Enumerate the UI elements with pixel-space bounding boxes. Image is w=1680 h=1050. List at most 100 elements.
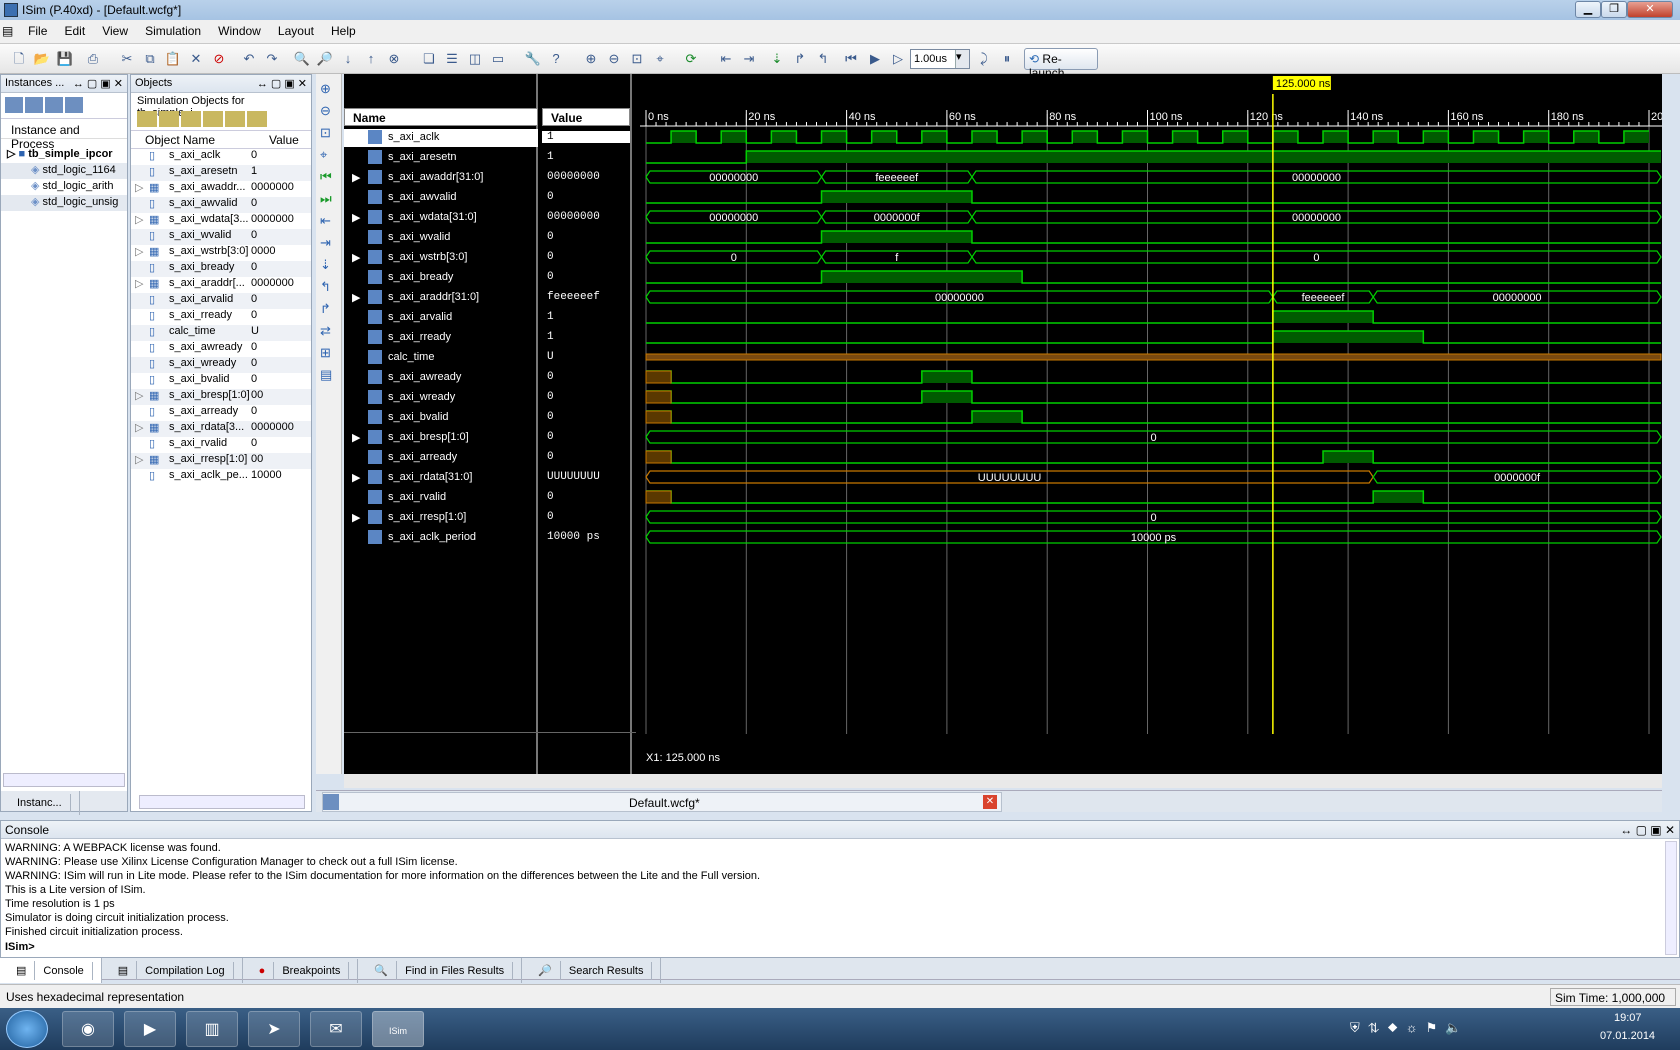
object-row[interactable]: ▯ calc_time U (131, 325, 311, 341)
filter-icon[interactable] (225, 111, 245, 127)
panel-controls-icon[interactable]: ↔ ▢ ▣ ✕ (1620, 823, 1675, 837)
signal-row[interactable]: s_axi_wready (344, 389, 538, 407)
snap-icon[interactable]: ⊞ (320, 342, 337, 364)
signal-row[interactable]: s_axi_aresetn (344, 149, 538, 167)
add-marker-icon[interactable]: ⇣ (320, 254, 337, 276)
signal-row[interactable]: s_axi_awvalid (344, 189, 538, 207)
filter-icon[interactable] (247, 111, 267, 127)
run-for-icon[interactable]: ▷ (889, 50, 907, 68)
media-player-icon[interactable]: ▶ (124, 1011, 176, 1047)
objects-hscrollbar[interactable] (139, 795, 305, 809)
object-row[interactable]: ▯ s_axi_arready 0 (131, 405, 311, 421)
object-row[interactable]: ▷ ▦ s_axi_wdata[3... 0000000 (131, 213, 311, 229)
zoom-in-icon[interactable]: ⊕ (582, 50, 600, 68)
run-all-icon[interactable]: ▶ (866, 50, 884, 68)
expand-icon[interactable]: ▷ (135, 421, 143, 434)
zoom-in-icon[interactable]: ⊕ (320, 78, 337, 100)
instances-tool-icon[interactable] (5, 97, 23, 113)
signal-row[interactable]: ▶ s_axi_rresp[1:0] (344, 509, 538, 527)
instance-row[interactable]: ▷ ■ tb_simple_ipcor (1, 147, 113, 163)
signal-row[interactable]: calc_time (344, 349, 538, 367)
signal-row[interactable]: ▶ s_axi_wstrb[3:0] (344, 249, 538, 267)
expand-icon[interactable]: ▷ (135, 245, 143, 258)
wave-hscrollbar[interactable] (344, 774, 1662, 788)
redo-icon[interactable]: ↷ (263, 50, 281, 68)
restart-icon[interactable]: ⏮ (842, 50, 860, 68)
step-over-icon[interactable]: ↱ (791, 50, 809, 68)
find-in-files-icon[interactable]: 🔎 (316, 50, 334, 68)
open-folder-icon[interactable]: 📂 (33, 50, 51, 68)
toggle-window-icon[interactable]: ▭ (489, 50, 507, 68)
object-row[interactable]: ▯ s_axi_aclk 0 (131, 149, 311, 165)
zoom-out-icon[interactable]: ⊖ (605, 50, 623, 68)
object-row[interactable]: ▷ ▦ s_axi_bresp[1:0] 00 (131, 389, 311, 405)
document-tab[interactable]: Default.wcfg* ✕ (322, 792, 1002, 812)
console-prompt[interactable]: ISim> (1, 941, 1679, 953)
floating-ruler-icon[interactable]: ▤ (320, 364, 337, 386)
expand-icon[interactable]: ▶ (352, 251, 360, 264)
expand-icon[interactable]: ▶ (352, 471, 360, 484)
relaunch-button[interactable]: ⟲ Re-launch (1024, 48, 1098, 80)
filter-icon[interactable] (159, 111, 179, 127)
object-row[interactable]: ▯ s_axi_awready 0 (131, 341, 311, 357)
arrow-down-icon[interactable]: ↓ (339, 50, 357, 68)
go-end-icon[interactable]: ⏭ (320, 188, 337, 210)
speaker-icon[interactable]: 🔈 (1445, 1020, 1469, 1035)
zoom-fit-icon[interactable]: ⊡ (628, 50, 646, 68)
print-icon[interactable]: ⎙ (84, 50, 102, 68)
step-return-icon[interactable]: ↰ (814, 50, 832, 68)
next-marker-icon[interactable]: ↱ (320, 298, 337, 320)
cascade-icon[interactable]: ❏ (420, 50, 438, 68)
expand-icon[interactable]: ▶ (352, 171, 360, 184)
outlook-icon[interactable]: ✉ (310, 1011, 362, 1047)
signal-row[interactable]: ▶ s_axi_awaddr[31:0] (344, 169, 538, 187)
flag-icon[interactable]: ⚑ (1426, 1020, 1446, 1035)
object-row[interactable]: ▯ s_axi_arvalid 0 (131, 293, 311, 309)
object-row[interactable]: ▯ s_axi_rvalid 0 (131, 437, 311, 453)
next-transition-icon[interactable]: ⇥ (740, 50, 758, 68)
start-button[interactable] (6, 1010, 48, 1048)
tab-compilation-log[interactable]: ▤ Compilation Log (102, 958, 243, 983)
signal-row[interactable]: ▶ s_axi_bresp[1:0] (344, 429, 538, 447)
expand-icon[interactable]: ▷ (135, 181, 143, 194)
clear-icon[interactable]: ⊗ (385, 50, 403, 68)
chevron-down-icon[interactable]: ▾ (955, 50, 969, 68)
instance-row[interactable]: ◈ std_logic_arith (1, 179, 113, 195)
signal-row[interactable]: s_axi_wvalid (344, 229, 538, 247)
tab-find-in-files[interactable]: 🔍 Find in Files Results (358, 958, 523, 983)
firefox-icon[interactable]: ◉ (62, 1011, 114, 1047)
menu-layout[interactable]: Layout (271, 20, 321, 38)
tab-instances[interactable]: Instanc... (1, 791, 80, 815)
find-icon[interactable]: 🔍 (293, 50, 311, 68)
expand-icon[interactable]: ▶ (352, 291, 360, 304)
instance-row[interactable]: ◈ std_logic_1164 (1, 163, 127, 179)
signal-row[interactable]: s_axi_arvalid (344, 309, 538, 327)
object-row[interactable]: ▯ s_axi_awvalid 0 (131, 197, 311, 213)
filter-icon[interactable] (181, 111, 201, 127)
run-time-input[interactable]: 1.00us ▾ (910, 49, 970, 69)
update-icon[interactable]: ☼ (1406, 1020, 1426, 1035)
stop-icon[interactable]: ⊘ (210, 50, 228, 68)
network-icon[interactable]: ⇅ (1368, 1020, 1388, 1035)
expand-icon[interactable]: ▷ (135, 213, 143, 226)
waveform-canvas[interactable]: 0 ns 20 ns 40 ns 60 ns 80 ns 100 ns 120 ns 140 … (640, 74, 1662, 774)
menu-file[interactable]: File (21, 20, 54, 38)
tab-breakpoints[interactable]: ● Breakpoints (243, 959, 359, 983)
object-row[interactable]: ▯ s_axi_aresetn 1 (131, 165, 311, 181)
app-menu-icon[interactable]: ▤ (0, 20, 18, 42)
expand-icon[interactable]: ▷ (135, 453, 143, 466)
menu-simulation[interactable]: Simulation (138, 20, 208, 38)
isim-task-button[interactable]: ISim (372, 1011, 424, 1047)
expand-icon[interactable]: ▶ (352, 431, 360, 444)
signal-row[interactable]: s_axi_rvalid (344, 489, 538, 507)
menu-help[interactable]: Help (324, 20, 363, 38)
panel-controls-icon[interactable]: ↔ ▢ ▣ ✕ (257, 77, 307, 90)
pause-icon[interactable]: ⏸ (998, 50, 1016, 68)
object-row[interactable]: ▯ s_axi_wready 0 (131, 357, 311, 373)
expand-icon[interactable]: ▶ (352, 511, 360, 524)
prev-marker-icon[interactable]: ↰ (320, 276, 337, 298)
instances-tool-icon[interactable] (45, 97, 63, 113)
expand-icon[interactable]: ▶ (352, 211, 360, 224)
help-icon[interactable]: ? (547, 50, 565, 68)
expand-icon[interactable]: ▷ (135, 389, 143, 402)
